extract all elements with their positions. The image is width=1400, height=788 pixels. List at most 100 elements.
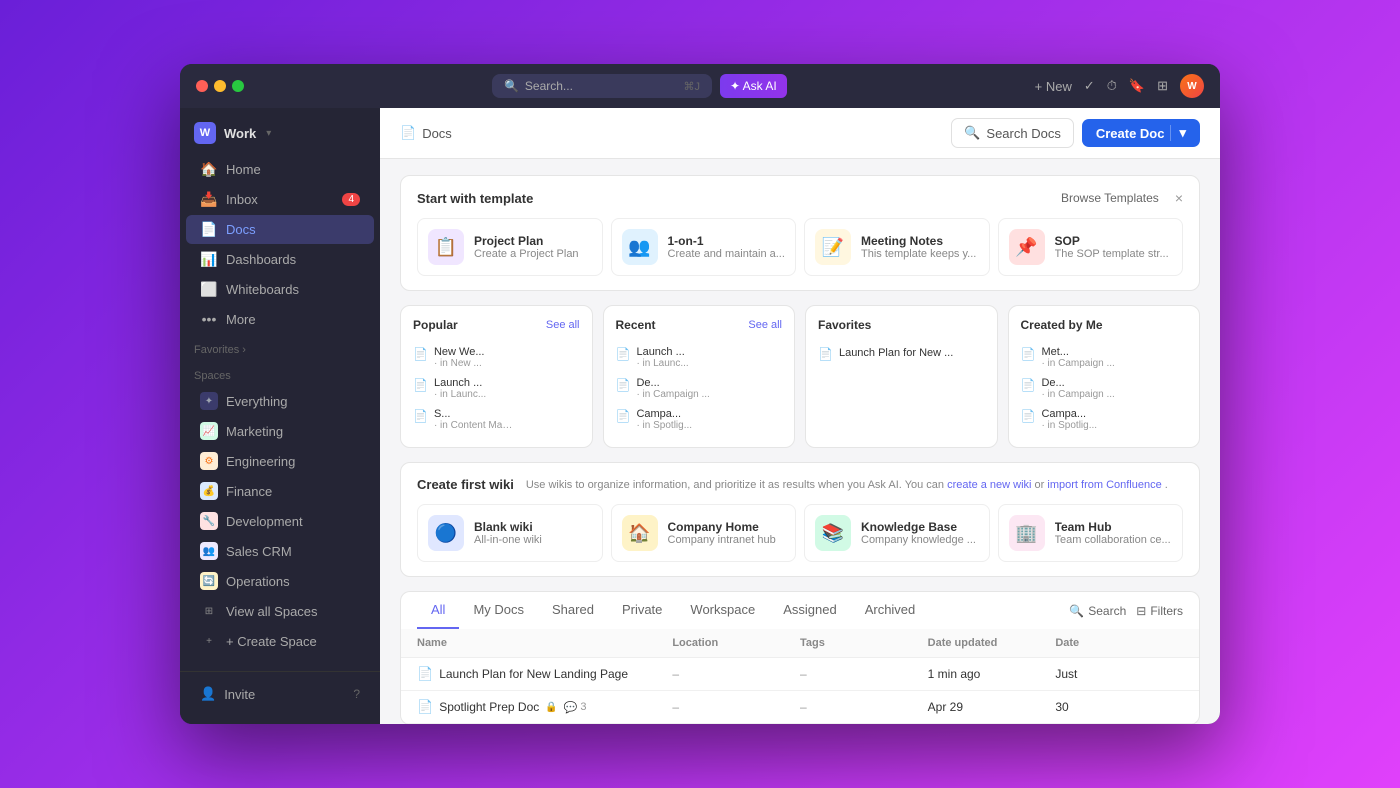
import-confluence-link[interactable]: import from Confluence bbox=[1047, 479, 1161, 491]
template-card-project-plan[interactable]: 📋 Project Plan Create a Project Plan bbox=[417, 218, 603, 276]
sidebar-item-inbox[interactable]: 📥 Inbox 4 bbox=[186, 185, 374, 214]
doc-icon: 📄 bbox=[1021, 347, 1036, 361]
doc-name: Launch ... bbox=[636, 346, 688, 358]
doc-item[interactable]: 📄 Met... · in Campaign ... bbox=[1021, 342, 1188, 373]
table-row[interactable]: 📄 Spotlight Prep Doc 🔒 💬 3 – – Apr 29 bbox=[401, 691, 1199, 724]
template-card-1on1[interactable]: 👥 1-on-1 Create and maintain a... bbox=[611, 218, 797, 276]
template-card-meeting-notes[interactable]: 📝 Meeting Notes This template keeps y... bbox=[804, 218, 990, 276]
tabs-bar: All My Docs Shared Private bbox=[400, 591, 1200, 629]
sidebar-item-dashboards[interactable]: 📊 Dashboards bbox=[186, 245, 374, 274]
favorites-title: Favorites bbox=[818, 318, 871, 332]
tab-private[interactable]: Private bbox=[608, 592, 676, 629]
create-new-wiki-link[interactable]: create a new wiki bbox=[947, 479, 1031, 491]
space-item-marketing[interactable]: 📈 Marketing bbox=[186, 417, 374, 445]
doc-location: · in Spotlig... bbox=[1041, 420, 1097, 431]
wiki-card-company-home[interactable]: 🏠 Company Home Company intranet hub bbox=[611, 504, 797, 562]
wiki-name: Company Home bbox=[668, 520, 776, 534]
sidebar-item-more[interactable]: ••• More bbox=[186, 305, 374, 333]
more-icon: ••• bbox=[200, 311, 218, 327]
filter-icon: ⊟ bbox=[1136, 604, 1146, 618]
breadcrumb: 📄 Docs bbox=[400, 125, 452, 141]
tab-shared[interactable]: Shared bbox=[538, 592, 608, 629]
space-item-finance[interactable]: 💰 Finance bbox=[186, 477, 374, 505]
doc-info: De... · in Campaign ... bbox=[636, 377, 709, 400]
wiki-card-team-hub[interactable]: 🏢 Team Hub Team collaboration ce... bbox=[998, 504, 1184, 562]
doc-icon: 📄 bbox=[413, 347, 428, 361]
minimize-button[interactable] bbox=[214, 80, 226, 92]
table-row[interactable]: 📄 Launch Plan for New Landing Page – – 1… bbox=[401, 658, 1199, 691]
knowledge-base-icon: 📚 bbox=[815, 515, 851, 551]
browse-templates-button[interactable]: Browse Templates bbox=[1061, 191, 1159, 205]
breadcrumb-label: Docs bbox=[422, 126, 452, 141]
popular-see-all[interactable]: See all bbox=[546, 319, 580, 331]
inbox-badge: 4 bbox=[342, 193, 360, 206]
space-item-engineering[interactable]: ⚙ Engineering bbox=[186, 447, 374, 475]
avatar[interactable]: W bbox=[1180, 74, 1204, 98]
doc-item[interactable]: 📄 Launch ... · in Launc... bbox=[413, 373, 580, 404]
sidebar-item-whiteboards[interactable]: ⬜ Whiteboards bbox=[186, 275, 374, 304]
search-docs-button[interactable]: 🔍 Search Docs bbox=[951, 118, 1074, 148]
doc-item[interactable]: 📄 Campa... · in Spotlig... bbox=[616, 404, 783, 435]
global-search[interactable]: 🔍 Search... ⌘J bbox=[492, 74, 712, 98]
doc-item[interactable]: 📄 De... · in Campaign ... bbox=[616, 373, 783, 404]
doc-row-location: – bbox=[672, 700, 800, 714]
space-item-development[interactable]: 🔧 Development bbox=[186, 507, 374, 535]
new-button[interactable]: + New bbox=[1035, 79, 1072, 94]
ask-ai-button[interactable]: ✦ Ask AI bbox=[720, 74, 787, 98]
doc-item[interactable]: 📄 De... · in Campaign ... bbox=[1021, 373, 1188, 404]
sidebar-item-docs[interactable]: 📄 Docs bbox=[186, 215, 374, 244]
sidebar-item-label: Inbox bbox=[226, 192, 258, 207]
doc-icon: 📄 bbox=[1021, 378, 1036, 392]
help-icon[interactable]: ? bbox=[353, 687, 360, 701]
doc-item[interactable]: 📄 Launch Plan for New ... bbox=[818, 342, 985, 365]
wiki-desc-text: Company knowledge ... bbox=[861, 534, 976, 546]
wiki-card-knowledge-base[interactable]: 📚 Knowledge Base Company knowledge ... bbox=[804, 504, 990, 562]
space-item-operations[interactable]: 🔄 Operations bbox=[186, 567, 374, 595]
docs-grid: Popular See all 📄 New We... · in New ...… bbox=[400, 305, 1200, 448]
close-template-button[interactable]: × bbox=[1175, 190, 1183, 206]
doc-item[interactable]: 📄 Campa... · in Spotlig... bbox=[1021, 404, 1188, 435]
search-docs-icon: 🔍 bbox=[964, 125, 980, 141]
doc-location: · in Content Man... bbox=[434, 420, 514, 431]
tab-archived[interactable]: Archived bbox=[851, 592, 930, 629]
table-filter-button[interactable]: ⊟ Filters bbox=[1136, 604, 1183, 618]
doc-item[interactable]: 📄 S... · in Content Man... bbox=[413, 404, 580, 435]
sidebar-item-home[interactable]: 🏠 Home bbox=[186, 155, 374, 184]
wiki-name: Knowledge Base bbox=[861, 520, 976, 534]
table-search-button[interactable]: 🔍 Search bbox=[1069, 604, 1126, 618]
tab-assigned[interactable]: Assigned bbox=[769, 592, 850, 629]
wiki-card-blank[interactable]: 🔵 Blank wiki All-in-one wiki bbox=[417, 504, 603, 562]
template-info: Meeting Notes This template keeps y... bbox=[861, 234, 976, 260]
favorites-section[interactable]: Favorites › bbox=[180, 334, 380, 360]
invite-button[interactable]: 👤 Invite ? bbox=[186, 680, 374, 708]
tabs-table-container: All My Docs Shared Private bbox=[400, 591, 1200, 724]
tab-workspace[interactable]: Workspace bbox=[676, 592, 769, 629]
sidebar: W Work ▾ 🏠 Home 📥 Inbox 4 📄 Docs bbox=[180, 108, 380, 724]
doc-item[interactable]: 📄 Launch ... · in Launc... bbox=[616, 342, 783, 373]
spaces-section-label: Spaces bbox=[180, 360, 380, 386]
view-all-spaces[interactable]: ⊞ View all Spaces bbox=[186, 597, 374, 625]
workspace-selector[interactable]: W Work ▾ bbox=[180, 116, 380, 154]
space-item-sales-crm[interactable]: 👥 Sales CRM bbox=[186, 537, 374, 565]
space-item-everything[interactable]: ✦ Everything bbox=[186, 387, 374, 415]
create-doc-button[interactable]: Create Doc ▾ bbox=[1082, 119, 1200, 147]
close-button[interactable] bbox=[196, 80, 208, 92]
doc-info: Launch Plan for New ... bbox=[839, 346, 953, 360]
wiki-desc: Use wikis to organize information, and p… bbox=[526, 479, 1168, 491]
header-actions: 🔍 Search Docs Create Doc ▾ bbox=[951, 118, 1200, 148]
create-doc-chevron-icon[interactable]: ▾ bbox=[1170, 125, 1186, 141]
tab-my-docs[interactable]: My Docs bbox=[459, 592, 538, 629]
template-name: SOP bbox=[1055, 234, 1169, 248]
doc-location: · in New ... bbox=[434, 358, 485, 369]
sidebar-bottom: 👤 Invite ? bbox=[180, 671, 380, 716]
template-card-sop[interactable]: 📌 SOP The SOP template str... bbox=[998, 218, 1184, 276]
recent-see-all[interactable]: See all bbox=[748, 319, 782, 331]
wiki-name: Team Hub bbox=[1055, 520, 1171, 534]
doc-item[interactable]: 📄 New We... · in New ... bbox=[413, 342, 580, 373]
doc-info: Campa... · in Spotlig... bbox=[1041, 408, 1097, 431]
search-shortcut: ⌘J bbox=[683, 80, 700, 93]
fullscreen-button[interactable] bbox=[232, 80, 244, 92]
tab-all[interactable]: All bbox=[417, 592, 459, 629]
wiki-info: Blank wiki All-in-one wiki bbox=[474, 520, 542, 546]
create-space[interactable]: + + Create Space bbox=[186, 627, 374, 655]
